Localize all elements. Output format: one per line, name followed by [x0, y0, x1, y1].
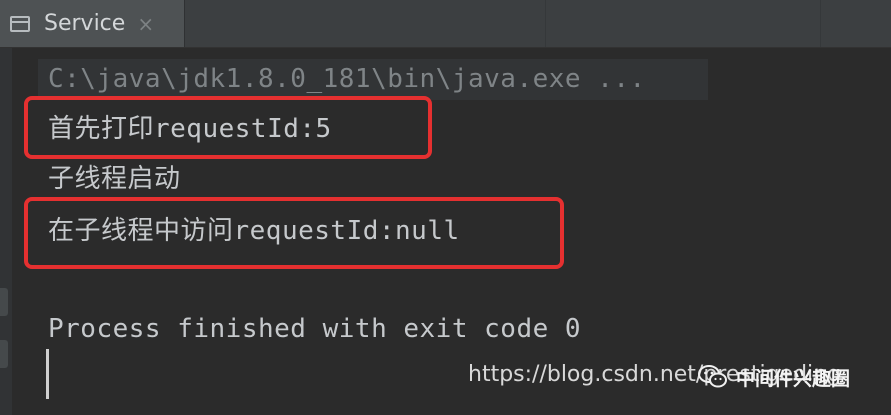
tab-service[interactable]: Service ×: [0, 0, 185, 47]
left-gutter: [0, 48, 12, 415]
watermark-brand: 中间件兴趣圈: [736, 368, 851, 390]
gutter-button[interactable]: [0, 288, 8, 316]
console-window-icon: [10, 15, 30, 32]
tab-bar-divider: [820, 0, 821, 47]
console-output[interactable]: C:\java\jdk1.8.0_181\bin\java.exe ... 首先…: [14, 48, 891, 415]
run-console-window: Service × C:\java\jdk1.8.0_181\bin\java.…: [0, 0, 891, 415]
tab-label: Service: [44, 11, 126, 36]
tool-window-tab-bar: Service ×: [0, 0, 891, 48]
console-line: 在子线程中访问requestId:null: [48, 216, 460, 246]
text-cursor: [46, 349, 49, 399]
tab-bar-divider: [545, 0, 546, 47]
gutter-button[interactable]: [0, 340, 8, 368]
command-line: C:\java\jdk1.8.0_181\bin\java.exe ...: [48, 64, 646, 94]
wechat-icon: [698, 365, 727, 388]
exit-status-line: Process finished with exit code 0: [48, 314, 582, 344]
close-icon[interactable]: ×: [137, 12, 154, 36]
console-line: 子线程启动: [48, 164, 181, 194]
console-line: 首先打印requestId:5: [48, 114, 332, 144]
